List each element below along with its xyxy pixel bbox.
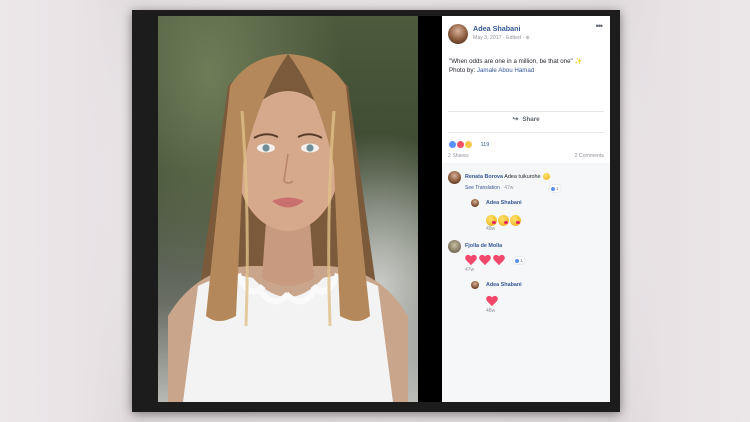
post-header: Adea Shabani May 3, 2017 · Edited · ⊕ ••… [442,16,610,48]
post-caption: "When odds are one in a million, be that… [449,58,607,75]
comments-section: Renata Borova Adea tuikurohe See Transla… [442,163,610,402]
replier-avatar[interactable] [471,199,479,207]
divider [448,132,604,133]
comment-time[interactable]: 47w [465,267,474,273]
post-date-text: May 3, 2017 · Edited · [473,35,526,41]
comment: Fjolla de Molla 1 47w [448,240,608,276]
reply-time[interactable]: 48w [486,226,495,232]
portrait-illustration [168,54,408,402]
share-icon: ↪ [512,116,519,123]
background-blur-left [0,0,140,422]
caption-quote: "When odds are one in a million, be that… [449,58,573,65]
divider [448,111,604,112]
smiling-emoji-icon [542,173,550,180]
kissing-face-icon [486,215,497,227]
photo-letterbox [418,16,442,402]
heart-icon [493,255,505,266]
like-icon [515,259,520,264]
globe-icon: ⊕ [525,35,530,41]
reply: Adea Shabani 48w [471,199,601,235]
comment-like-badge[interactable]: 1 [547,180,561,198]
kissing-face-icon [510,215,521,227]
caption-photo-by: Photo by: [449,66,477,74]
share-button[interactable]: ↪ Share [442,115,610,129]
facebook-photo-viewer: Adea Shabani May 3, 2017 · Edited · ⊕ ••… [132,10,620,412]
reply-time[interactable]: 48w [486,308,495,314]
comment-time[interactable]: · 47w [500,185,513,191]
see-translation-link[interactable]: See Translation [465,185,500,191]
background-blur-right [610,0,750,422]
share-label: Share [522,116,540,123]
author-name[interactable]: Adea Shabani [473,24,521,33]
comment-like-badge[interactable]: 1 [513,257,526,265]
author-avatar[interactable] [448,24,468,44]
commenter-avatar[interactable] [448,171,461,184]
like-count: 1 [556,186,559,192]
reply: Adea Shabani 48w [471,281,601,317]
reactions-summary[interactable]: 119 [448,136,490,150]
wow-reaction-icon [464,140,473,150]
reaction-count: 119 [480,141,490,148]
replier-name[interactable]: Adea Shabani [486,282,522,288]
shares-count[interactable]: 2 Shares [448,153,469,159]
post-stats: 2 Shares 2 Comments [448,153,604,159]
comment-meta: See Translation · 47w [465,185,513,191]
heart-icon [486,296,498,307]
more-options-button[interactable]: ••• [596,21,604,31]
comment: Renata Borova Adea tuikurohe See Transla… [448,171,608,197]
replier-name[interactable]: Adea Shabani [486,200,522,206]
comment-text: Renata Borova Adea tuikurohe [465,173,550,180]
heart-icon [465,255,477,266]
like-icon [551,187,555,192]
post-photo[interactable] [158,16,418,402]
like-count: 1 [520,258,524,264]
commenter-name[interactable]: Fjolla de Molla [465,243,502,249]
photographer-link[interactable]: Jamale Abou Hamad [477,67,534,74]
post-date[interactable]: May 3, 2017 · Edited · ⊕ [473,35,530,41]
commenter-name[interactable]: Renata Borova [465,174,503,180]
kissing-face-icon [498,215,509,227]
heart-icon [479,255,491,266]
replier-avatar[interactable] [471,281,479,289]
comment-body: Adea tuikurohe [503,173,541,180]
post-sidebar: Adea Shabani May 3, 2017 · Edited · ⊕ ••… [442,16,610,402]
comments-count[interactable]: 2 Comments [575,153,604,159]
commenter-avatar[interactable] [448,240,461,253]
star-emoji-icon: ✨ [574,58,583,65]
